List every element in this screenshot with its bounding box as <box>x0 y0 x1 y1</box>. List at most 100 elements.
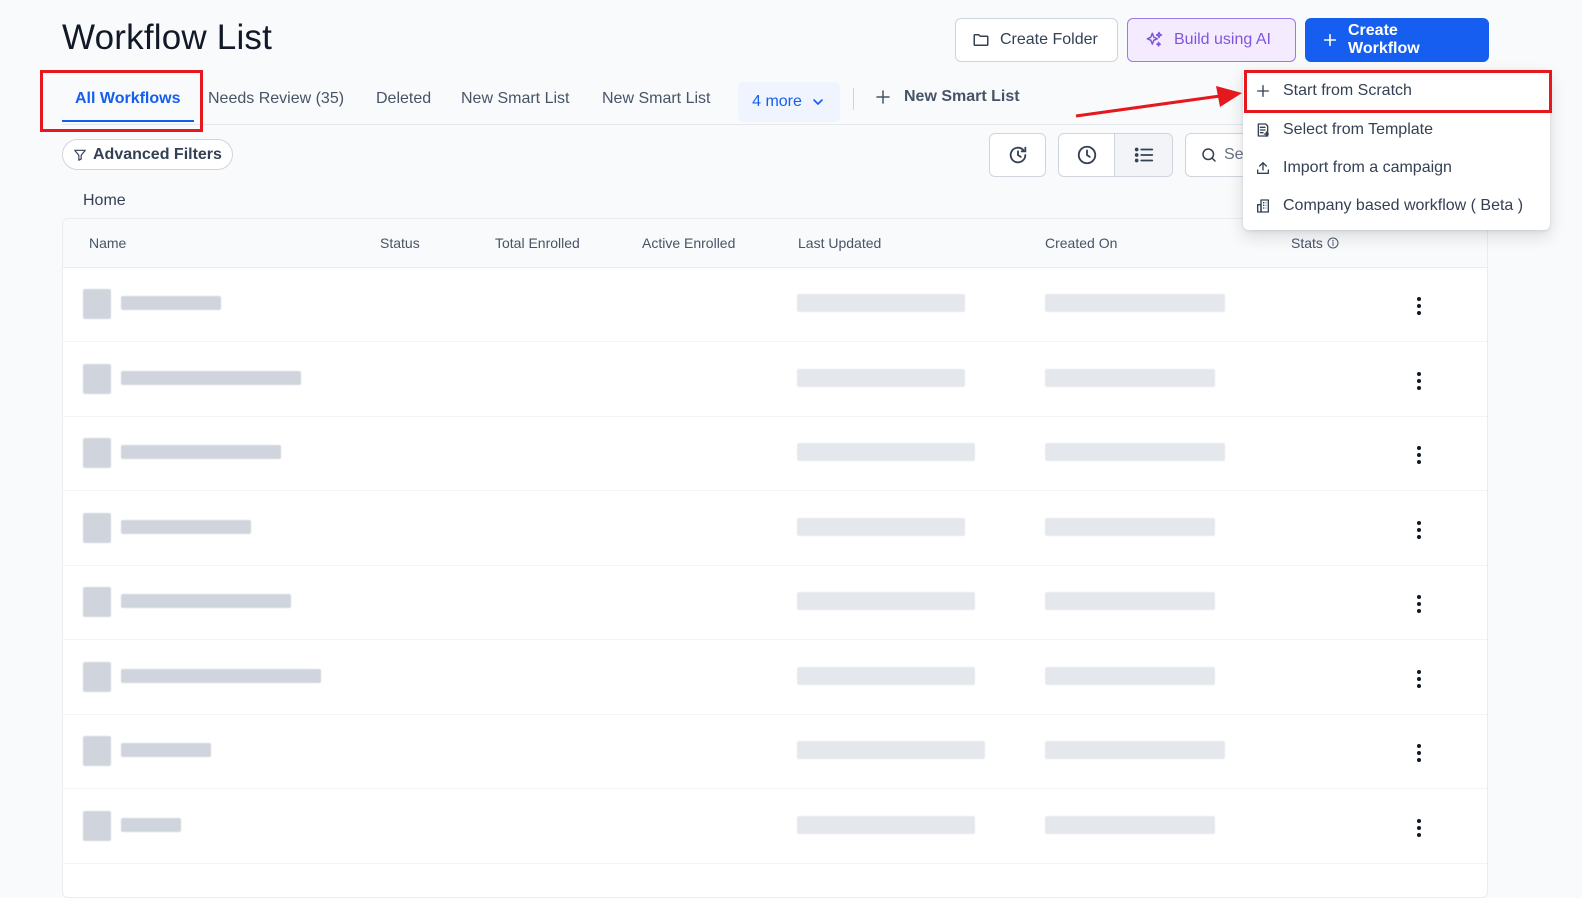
row-last-updated-placeholder <box>797 592 975 610</box>
row-avatar-placeholder <box>83 661 111 692</box>
row-avatar-placeholder <box>83 587 111 617</box>
row-avatar-placeholder <box>83 363 111 394</box>
create-workflow-button[interactable]: Create Workflow <box>1305 18 1489 62</box>
folder-icon <box>972 31 990 49</box>
plus-icon <box>874 88 892 106</box>
row-name-placeholder <box>121 445 281 459</box>
column-stats[interactable]: Stats <box>1291 235 1339 251</box>
table-row[interactable] <box>63 267 1487 342</box>
building-icon <box>1255 198 1271 214</box>
column-status[interactable]: Status <box>380 235 420 251</box>
row-created-on-placeholder <box>1045 741 1225 759</box>
history-icon <box>1007 144 1029 166</box>
column-created-on[interactable]: Created On <box>1045 235 1117 251</box>
row-created-on-placeholder <box>1045 592 1215 610</box>
row-last-updated-placeholder <box>797 666 975 685</box>
menu-item-label: Select from Template <box>1283 121 1433 138</box>
search-icon <box>1200 146 1218 164</box>
column-last-updated[interactable]: Last Updated <box>798 235 881 251</box>
table-row[interactable] <box>63 789 1487 864</box>
row-actions-kebab-icon[interactable] <box>1403 294 1435 318</box>
list-view-button[interactable] <box>1114 133 1173 177</box>
row-name-placeholder <box>121 519 251 534</box>
info-icon[interactable] <box>1327 237 1339 249</box>
row-last-updated-placeholder <box>797 294 965 312</box>
create-folder-button[interactable]: Create Folder <box>955 18 1118 62</box>
advanced-filters-button[interactable]: Advanced Filters <box>62 139 233 170</box>
advanced-filters-label: Advanced Filters <box>93 145 222 163</box>
active-tab-indicator <box>62 120 194 122</box>
row-name-placeholder <box>121 817 181 832</box>
row-name-placeholder <box>121 296 221 310</box>
row-avatar-placeholder <box>83 810 111 841</box>
create-workflow-label: Create Workflow <box>1348 22 1420 57</box>
row-last-updated-placeholder <box>797 815 975 834</box>
table-row[interactable] <box>63 714 1487 789</box>
row-actions-kebab-icon[interactable] <box>1403 816 1435 840</box>
row-last-updated-placeholder <box>797 443 975 461</box>
row-last-updated-placeholder <box>797 517 965 536</box>
chevron-down-icon <box>810 94 826 110</box>
tab-deleted[interactable]: Deleted <box>376 90 431 108</box>
row-created-on-placeholder <box>1045 666 1215 685</box>
filter-icon <box>73 148 87 162</box>
row-avatar-placeholder <box>83 736 111 766</box>
column-total-enrolled[interactable]: Total Enrolled <box>495 235 580 251</box>
row-name-placeholder <box>121 594 291 608</box>
row-actions-kebab-icon[interactable] <box>1403 369 1435 393</box>
tab-all-workflows[interactable]: All Workflows <box>75 90 181 108</box>
build-using-ai-label: Build using AI <box>1174 31 1271 48</box>
tab-needs-review[interactable]: Needs Review (35) <box>208 90 344 108</box>
menu-item-select-from-template[interactable]: Select from Template <box>1243 111 1550 149</box>
new-smart-list-button[interactable]: New Smart List <box>874 88 1020 106</box>
menu-item-label: Start from Scratch <box>1283 82 1412 99</box>
row-actions-kebab-icon[interactable] <box>1403 741 1435 765</box>
table-row[interactable] <box>63 640 1487 715</box>
row-actions-kebab-icon[interactable] <box>1403 443 1435 467</box>
menu-item-label: Import from a campaign <box>1283 159 1452 176</box>
row-name-placeholder <box>121 743 211 757</box>
row-actions-kebab-icon[interactable] <box>1403 518 1435 542</box>
row-avatar-placeholder <box>83 289 111 319</box>
history-button[interactable] <box>989 133 1046 177</box>
row-created-on-placeholder <box>1045 815 1215 834</box>
new-smart-list-label: New Smart List <box>904 88 1020 105</box>
plus-icon <box>1322 32 1338 48</box>
row-created-on-placeholder <box>1045 294 1225 312</box>
row-actions-kebab-icon[interactable] <box>1403 592 1435 616</box>
upload-icon <box>1255 160 1271 176</box>
menu-item-start-from-scratch[interactable]: Start from Scratch <box>1243 72 1550 110</box>
row-last-updated-placeholder <box>797 741 985 759</box>
menu-item-import-from-campaign[interactable]: Import from a campaign <box>1243 149 1550 187</box>
recent-view-button[interactable] <box>1058 133 1115 177</box>
tab-new-smart-list-1[interactable]: New Smart List <box>461 90 569 108</box>
tab-new-smart-list-2[interactable]: New Smart List <box>602 90 710 108</box>
create-workflow-menu: Start from Scratch Select from Template … <box>1243 70 1550 230</box>
annotation-arrow <box>1075 86 1242 118</box>
tabs-divider <box>853 88 854 110</box>
create-folder-label: Create Folder <box>1000 31 1098 48</box>
workflow-table: Name Status Total Enrolled Active Enroll… <box>62 218 1488 898</box>
search-placeholder: Se <box>1224 146 1244 163</box>
table-row[interactable] <box>63 491 1487 566</box>
clock-icon <box>1076 144 1098 166</box>
sparkles-icon <box>1144 30 1164 50</box>
breadcrumb-home[interactable]: Home <box>83 192 126 210</box>
page-title: Workflow List <box>62 18 273 57</box>
column-active-enrolled[interactable]: Active Enrolled <box>642 235 735 251</box>
row-actions-kebab-icon[interactable] <box>1403 667 1435 691</box>
table-row[interactable] <box>63 342 1487 417</box>
column-stats-label: Stats <box>1291 235 1323 251</box>
list-icon <box>1133 144 1155 166</box>
row-name-placeholder <box>121 370 301 385</box>
column-name[interactable]: Name <box>89 235 126 251</box>
more-tabs-dropdown[interactable]: 4 more <box>738 82 840 122</box>
row-created-on-placeholder <box>1045 368 1215 387</box>
build-using-ai-button[interactable]: Build using AI <box>1127 18 1296 62</box>
row-avatar-placeholder <box>83 438 111 468</box>
more-tabs-label: 4 more <box>752 93 802 110</box>
table-row[interactable] <box>63 416 1487 491</box>
table-row[interactable] <box>63 565 1487 640</box>
row-created-on-placeholder <box>1045 517 1215 536</box>
menu-item-company-based-workflow[interactable]: Company based workflow ( Beta ) <box>1243 187 1550 225</box>
